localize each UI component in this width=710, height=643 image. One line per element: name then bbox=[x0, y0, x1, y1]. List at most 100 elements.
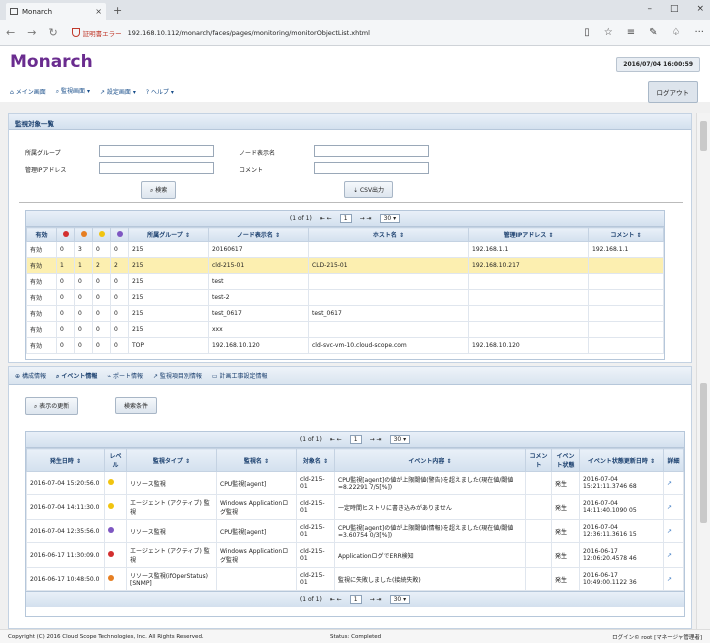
table-row[interactable]: 2016-07-04 12:35:56.0 リソース監視 CPU監視[agent] c… bbox=[26, 519, 684, 543]
col-node[interactable]: ノード表示名 ⇕ bbox=[208, 227, 309, 242]
cert-warning-label[interactable]: 証明書エラー bbox=[83, 28, 122, 38]
close-window-icon[interactable]: × bbox=[696, 4, 704, 14]
maximize-icon[interactable]: □ bbox=[670, 4, 679, 14]
note-pen-icon[interactable]: ✎ bbox=[649, 27, 657, 38]
table-row[interactable]: 有効 0 0 0 0 TOP 192.168.10.120 cld-svc-vm-10.clo… bbox=[26, 337, 664, 354]
share-icon[interactable]: ♤ bbox=[671, 27, 680, 38]
menu-help[interactable]: ? ヘルプ ▾ bbox=[146, 87, 174, 96]
pager-last[interactable]: → ⇥ bbox=[360, 215, 372, 222]
group-input[interactable] bbox=[99, 145, 214, 157]
detail-link-icon[interactable]: ↗ bbox=[663, 471, 684, 495]
node-input[interactable] bbox=[314, 145, 429, 157]
browser-tab[interactable]: Monarch × bbox=[6, 3, 106, 20]
table-row[interactable]: 有効 0 0 0 0 215 test bbox=[26, 273, 664, 290]
events-pager-last-bottom[interactable]: → ⇥ bbox=[370, 596, 382, 603]
hub-icon[interactable]: ≡ bbox=[627, 27, 635, 38]
scrollbar-thumb[interactable] bbox=[700, 121, 707, 151]
cell-date: 2016-07-04 15:20:56.0 bbox=[26, 471, 105, 495]
table-row[interactable]: 有効 1 1 2 2 215 cld-215-01 CLD-215-01 192.168.10.… bbox=[26, 257, 664, 274]
col-host[interactable]: ホスト名 ⇕ bbox=[308, 227, 469, 242]
forward-icon[interactable]: → bbox=[27, 26, 36, 39]
col-info[interactable] bbox=[110, 227, 129, 242]
more-icon[interactable]: ··· bbox=[694, 27, 704, 38]
events-per-page-select-bottom[interactable]: 30 ▾ bbox=[389, 595, 411, 604]
detail-link-icon[interactable]: ↗ bbox=[663, 542, 684, 568]
menu-monitor-label: 監視画面 bbox=[61, 88, 86, 95]
tab-items[interactable]: ↗ 監視項目別情報 bbox=[153, 371, 202, 380]
tab-config[interactable]: ⊕ 構成情報 bbox=[15, 371, 46, 380]
ip-input[interactable] bbox=[99, 162, 214, 174]
cell-count: 0 bbox=[74, 305, 93, 322]
pager-first[interactable]: ⇤ ← bbox=[320, 215, 332, 222]
col-level[interactable]: レベル bbox=[104, 448, 127, 472]
warning-icon bbox=[108, 479, 114, 485]
tab-ports[interactable]: ⌁ ポート情報 bbox=[107, 371, 143, 380]
table-row[interactable]: 有効 0 0 0 0 215 xxx bbox=[26, 321, 664, 338]
filter-button[interactable]: 検索条件 bbox=[115, 397, 158, 414]
page-scrollbar[interactable] bbox=[696, 113, 710, 629]
events-pager-last[interactable]: → ⇥ bbox=[370, 436, 382, 443]
col-target[interactable]: 対象名 ⇕ bbox=[296, 448, 335, 472]
back-icon[interactable]: ← bbox=[6, 26, 15, 39]
critical-icon bbox=[62, 230, 69, 237]
col-enabled-label: 有効 bbox=[35, 232, 48, 239]
col-comment[interactable]: コメント ⇕ bbox=[588, 227, 664, 242]
url-field[interactable]: 証明書エラー 192.168.10.112/monarch/faces/page… bbox=[71, 28, 370, 38]
menu-help-label: ヘルプ bbox=[150, 88, 169, 96]
menu-settings[interactable]: ↗ 設定画面 ▾ bbox=[100, 87, 136, 96]
cell-content: CPU監視[agent]の値が上限閾値(警告)を超えました(現在値/閾値=8.2… bbox=[334, 471, 526, 495]
col-error[interactable] bbox=[74, 227, 93, 242]
search-button[interactable]: ⌕ 検索 bbox=[141, 181, 177, 199]
new-tab-icon[interactable]: + bbox=[113, 4, 122, 17]
events-pager-page-bottom[interactable]: 1 bbox=[349, 595, 362, 604]
divider bbox=[19, 202, 683, 203]
table-row[interactable]: 2016-07-04 15:20:56.0 リソース監視 CPU監視[agent] c… bbox=[26, 471, 684, 495]
col-name[interactable]: 監視名 ⇕ bbox=[216, 448, 297, 472]
col-warning[interactable] bbox=[92, 227, 111, 242]
refresh-icon[interactable]: ↻ bbox=[48, 26, 57, 39]
refresh-view-button[interactable]: ⌕ 表示の更新 bbox=[25, 397, 79, 415]
col-ev-comment[interactable]: コメント bbox=[525, 448, 552, 472]
reading-view-icon[interactable]: ▯ bbox=[584, 27, 590, 38]
csv-button[interactable]: ⇣ CSV出力 bbox=[344, 181, 394, 198]
scrollbar-thumb-lower[interactable] bbox=[700, 383, 707, 523]
col-critical[interactable] bbox=[56, 227, 75, 242]
table-row[interactable]: 有効 0 0 0 0 215 test-2 bbox=[26, 289, 664, 306]
events-pager-first-bottom[interactable]: ⇤ ← bbox=[330, 596, 342, 603]
per-page-select[interactable]: 30 ▾ bbox=[379, 214, 401, 223]
detail-link-icon[interactable]: ↗ bbox=[663, 494, 684, 520]
menu-monitor[interactable]: ⌕ 監視画面 ▾ bbox=[56, 86, 90, 96]
col-ip[interactable]: 管理IPアドレス ⇕ bbox=[468, 227, 589, 242]
cell-node: cld-215-01 bbox=[208, 257, 309, 274]
menu-main[interactable]: ⌂ メイン画面 bbox=[10, 87, 46, 96]
detail-link-icon[interactable]: ↗ bbox=[663, 567, 684, 591]
close-tab-icon[interactable]: × bbox=[95, 7, 102, 16]
col-type[interactable]: 監視タイプ ⇕ bbox=[126, 448, 217, 472]
comment-input[interactable] bbox=[314, 162, 429, 174]
col-updated[interactable]: イベント状態更新日時 ⇕ bbox=[579, 448, 664, 472]
favorite-star-icon[interactable]: ☆ bbox=[604, 27, 613, 38]
events-pager-first[interactable]: ⇤ ← bbox=[330, 436, 342, 443]
table-row[interactable]: 有効 0 0 0 0 215 test_0617 test_0617 bbox=[26, 305, 664, 322]
col-content[interactable]: イベント内容 ⇕ bbox=[334, 448, 526, 472]
table-row[interactable]: 2016-06-17 10:48:50.0 リソース監視(ifOperStatus… bbox=[26, 567, 684, 591]
warning-icon bbox=[98, 230, 105, 237]
cell-comment bbox=[525, 519, 552, 543]
col-enabled[interactable]: 有効 bbox=[26, 227, 57, 242]
table-row[interactable]: 2016-07-04 14:11:30.0 エージェント (アクティブ) 監視 Wi… bbox=[26, 494, 684, 520]
logout-button[interactable]: ログアウト bbox=[647, 81, 698, 103]
tab-events[interactable]: ⌕ イベント情報 bbox=[56, 371, 97, 381]
table-row[interactable]: 有効 0 3 0 0 215 20160617 192.168.1.1 192.168.1.1 bbox=[26, 241, 664, 258]
minimize-icon[interactable]: – bbox=[647, 4, 652, 14]
search-icon: ⌕ bbox=[150, 187, 154, 194]
tab-maintenance[interactable]: ▭ 計画工事設定情報 bbox=[212, 371, 268, 380]
col-group[interactable]: 所属グループ ⇕ bbox=[128, 227, 209, 242]
detail-link-icon[interactable]: ↗ bbox=[663, 519, 684, 543]
per-page-value: 30 bbox=[383, 215, 392, 222]
events-pager-page[interactable]: 1 bbox=[349, 435, 362, 444]
col-date[interactable]: 発生日時 ⇕ bbox=[26, 448, 105, 472]
pager-page[interactable]: 1 bbox=[339, 214, 352, 223]
events-per-page-select[interactable]: 30 ▾ bbox=[389, 435, 411, 444]
col-state[interactable]: イベント状態 bbox=[551, 448, 580, 472]
table-row[interactable]: 2016-06-17 11:30:09.0 エージェント (アクティブ) 監視 Wi… bbox=[26, 542, 684, 568]
